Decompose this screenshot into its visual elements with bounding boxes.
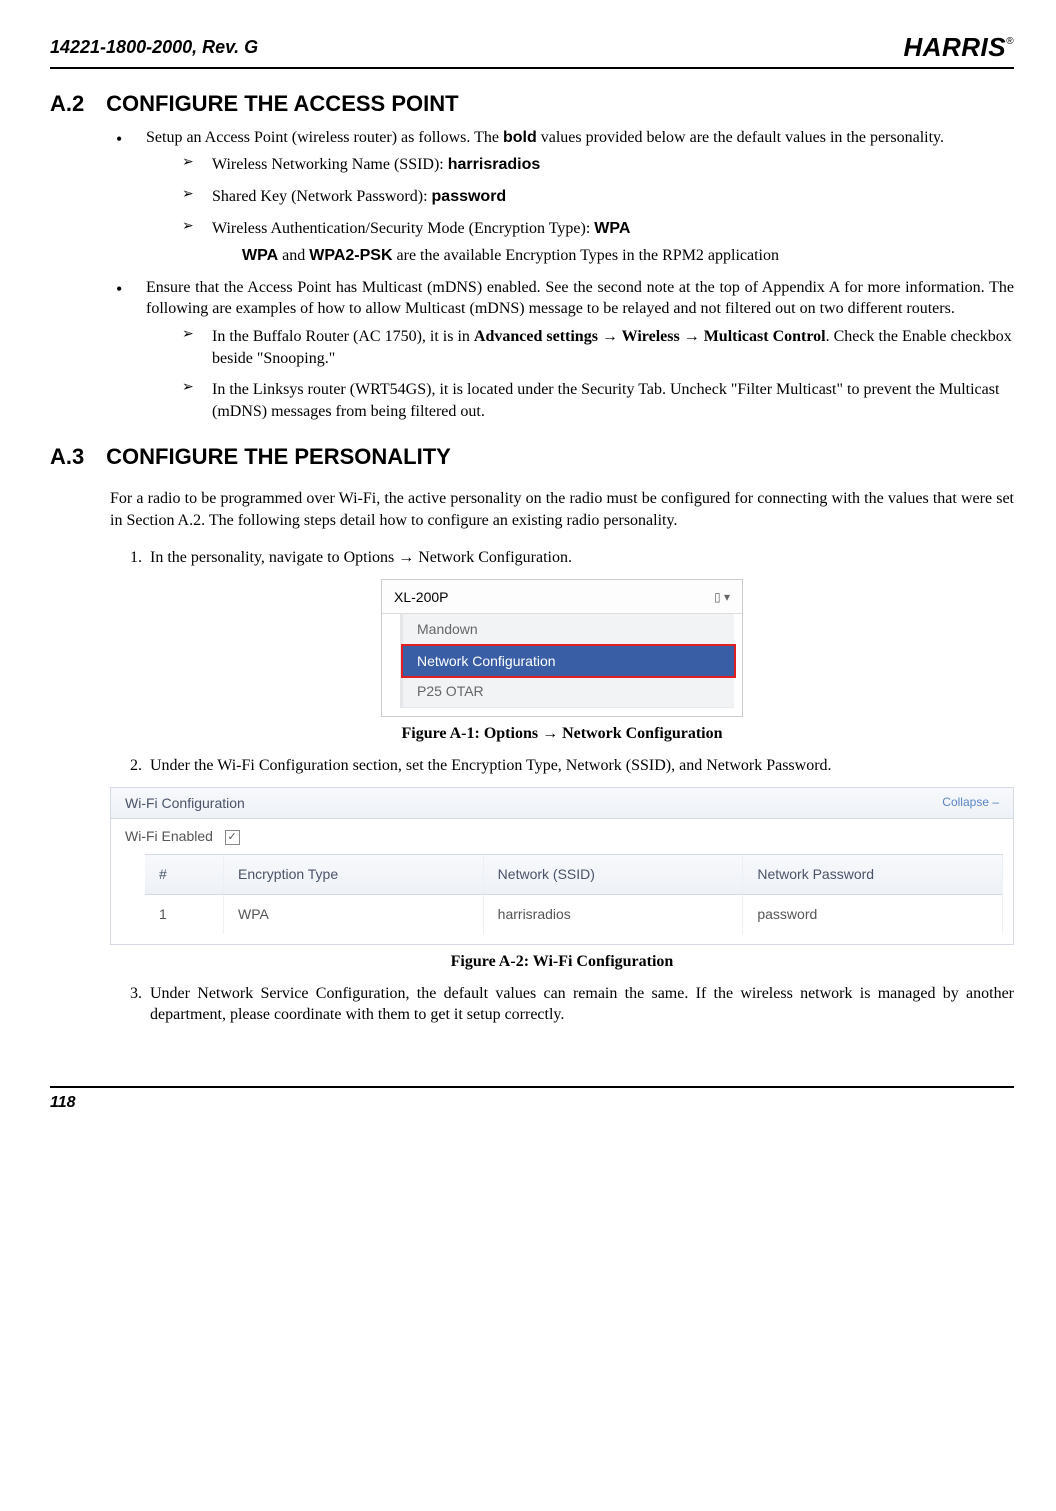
wifi-enabled-row: Wi-Fi Enabled ✓ xyxy=(111,819,1013,854)
arrow-shared-key: Shared Key (Network Password): password xyxy=(182,186,1014,208)
figure-a1-screenshot: XL-200P ▯ ▾ Mandown Network Configuratio… xyxy=(381,579,743,718)
wifi-config-table: # Encryption Type Network (SSID) Network… xyxy=(145,854,1003,934)
figure-a1-caption: Figure A-1: Options → Network Configurat… xyxy=(110,723,1014,745)
cell-number: 1 xyxy=(145,895,224,934)
text: Setup an Access Point (wireless router) … xyxy=(146,129,503,146)
wifi-enabled-checkbox[interactable]: ✓ xyxy=(225,830,240,845)
tree-item-mandown[interactable]: Mandown xyxy=(403,614,734,646)
bullet-setup-ap: Setup an Access Point (wireless router) … xyxy=(110,127,1014,267)
step-1: In the personality, navigate to Options … xyxy=(146,547,1014,569)
text: WPA xyxy=(242,247,278,264)
value: WPA xyxy=(594,220,630,237)
collapse-button[interactable]: Collapse – xyxy=(942,794,999,813)
col-number: # xyxy=(145,855,224,895)
page-number: 118 xyxy=(50,1094,76,1111)
a3-intro-paragraph: For a radio to be programmed over Wi-Fi,… xyxy=(110,488,1014,531)
encryption-types-note: WPA and WPA2-PSK are the available Encry… xyxy=(242,245,1014,267)
page-footer: 118 xyxy=(50,1086,1014,1114)
text: Ensure that the Access Point has Multica… xyxy=(146,279,1014,318)
device-tab[interactable]: XL-200P ▯ ▾ xyxy=(382,580,742,614)
tab-icons: ▯ ▾ xyxy=(714,589,730,605)
tree-item-network-configuration[interactable]: Network Configuration xyxy=(401,644,736,679)
figure-a2-caption: Figure A-2: Wi-Fi Configuration xyxy=(110,951,1014,973)
col-network-ssid: Network (SSID) xyxy=(484,855,744,895)
arrow-buffalo-router: In the Buffalo Router (AC 1750), it is i… xyxy=(182,326,1014,369)
panel-title: Wi-Fi Configuration xyxy=(125,794,245,813)
text: In the Buffalo Router (AC 1750), it is i… xyxy=(212,328,474,345)
table-header-row: # Encryption Type Network (SSID) Network… xyxy=(145,855,1003,895)
text: values provided below are the default va… xyxy=(537,129,944,146)
wifi-enabled-label: Wi-Fi Enabled xyxy=(125,828,213,844)
arrow-auth-mode: Wireless Authentication/Security Mode (E… xyxy=(182,218,1014,267)
section-a3-heading: A.3 CONFIGURE THE PERSONALITY xyxy=(50,442,1014,472)
panel-header[interactable]: Wi-Fi Configuration Collapse – xyxy=(111,788,1013,820)
bold-word: bold xyxy=(503,129,537,146)
bullet-multicast: Ensure that the Access Point has Multica… xyxy=(110,277,1014,423)
section-a2-heading: A.2 CONFIGURE THE ACCESS POINT xyxy=(50,89,1014,119)
step-2: Under the Wi-Fi Configuration section, s… xyxy=(146,755,1014,777)
section-number: A.2 xyxy=(50,89,100,119)
page-header: 14221-1800-2000, Rev. G HARRIS xyxy=(50,30,1014,69)
device-name: XL-200P xyxy=(394,588,448,607)
label: Wireless Authentication/Security Mode (E… xyxy=(212,220,594,237)
text: WPA2-PSK xyxy=(309,247,392,264)
text: are the available Encryption Types in th… xyxy=(393,247,779,264)
section-number: A.3 xyxy=(50,442,100,472)
tree-item-p25-otar[interactable]: P25 OTAR xyxy=(403,676,734,708)
cell-network-ssid[interactable]: harrisradios xyxy=(484,895,744,934)
value: password xyxy=(432,188,507,205)
path: Advanced settings → Wireless → Multicast… xyxy=(474,328,826,345)
cell-network-password[interactable]: password xyxy=(743,895,1003,934)
brand-logo: HARRIS xyxy=(903,30,1014,65)
text: and xyxy=(278,247,309,264)
label: Shared Key (Network Password): xyxy=(212,188,432,205)
cell-encryption-type[interactable]: WPA xyxy=(224,895,484,934)
label: Wireless Networking Name (SSID): xyxy=(212,156,448,173)
section-title: CONFIGURE THE ACCESS POINT xyxy=(106,91,458,116)
step-3: Under Network Service Configuration, the… xyxy=(146,983,1014,1026)
arrow-linksys-router: In the Linksys router (WRT54GS), it is l… xyxy=(182,379,1014,422)
options-tree: Mandown Network Configuration P25 OTAR xyxy=(400,614,734,709)
section-title: CONFIGURE THE PERSONALITY xyxy=(106,444,451,469)
col-encryption-type: Encryption Type xyxy=(224,855,484,895)
table-row[interactable]: 1 WPA harrisradios password xyxy=(145,895,1003,934)
arrow-ssid: Wireless Networking Name (SSID): harrisr… xyxy=(182,154,1014,176)
col-network-password: Network Password xyxy=(743,855,1003,895)
document-id: 14221-1800-2000, Rev. G xyxy=(50,35,258,59)
value: harrisradios xyxy=(448,156,540,173)
figure-a2-screenshot: Wi-Fi Configuration Collapse – Wi-Fi Ena… xyxy=(110,787,1014,946)
